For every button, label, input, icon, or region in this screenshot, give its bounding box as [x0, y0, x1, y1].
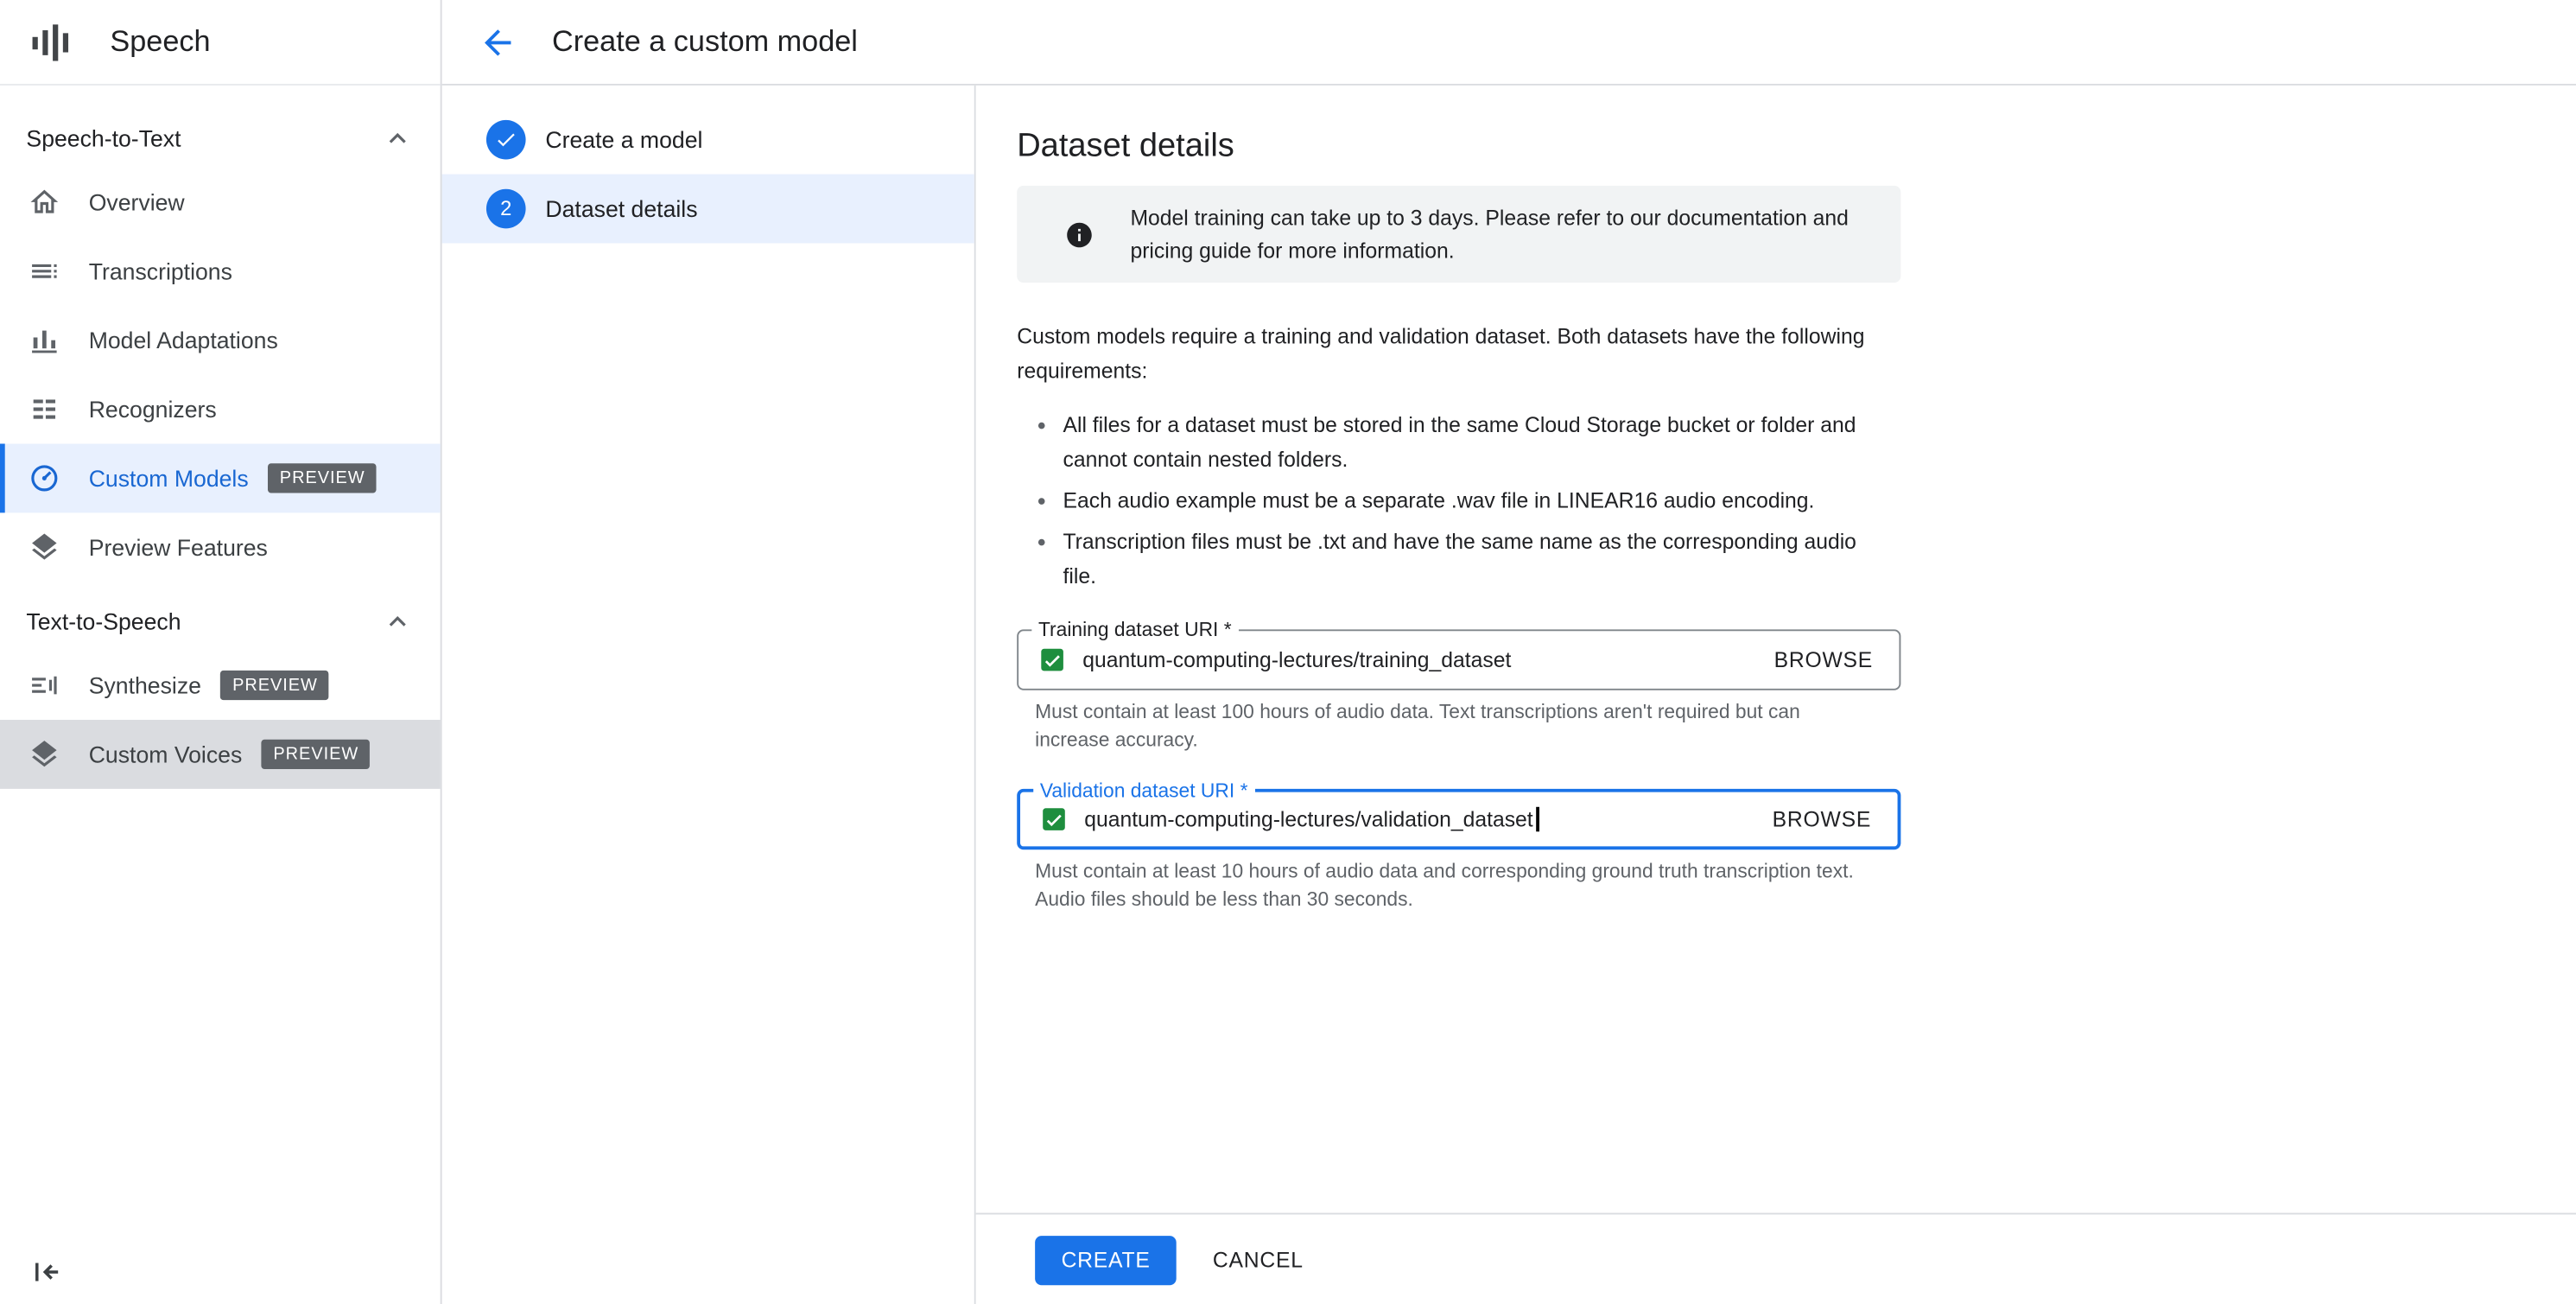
section-label: Speech-to-Text — [26, 124, 181, 151]
chevron-up-icon — [381, 122, 414, 155]
form-body: Dataset details Model training can take … — [976, 86, 2576, 1212]
requirement-text: Each audio example must be a separate .w… — [1063, 487, 1815, 513]
sidebar-item-label: Preview Features — [88, 534, 268, 561]
main-area: Create a custom model Create a model 2 D… — [441, 0, 2576, 1304]
sidebar-item-synthesize[interactable]: Synthesize PREVIEW — [0, 651, 441, 720]
transcriptions-icon — [28, 255, 60, 288]
nav-section-gap — [0, 582, 441, 591]
sidebar-item-label: Overview — [88, 188, 185, 216]
form-panel: Dataset details Model training can take … — [975, 85, 2576, 1304]
section-label: Text-to-Speech — [26, 607, 181, 635]
preview-badge: PREVIEW — [220, 670, 330, 701]
validation-uri-value[interactable]: quantum-computing-lectures/validation_da… — [1084, 807, 1533, 832]
cancel-button[interactable]: CANCEL — [1190, 1235, 1326, 1284]
sidebar-section-text-to-speech[interactable]: Text-to-Speech — [0, 592, 441, 651]
training-uri-value[interactable]: quantum-computing-lectures/training_data… — [1082, 647, 1511, 672]
collapse-nav-icon[interactable] — [28, 1253, 64, 1289]
sidebar-item-custom-voices[interactable]: Custom Voices PREVIEW — [0, 719, 441, 789]
home-icon — [28, 186, 60, 219]
intro-text: Custom models require a training and val… — [1017, 323, 1865, 384]
validation-dataset-uri-field[interactable]: Validation dataset URI * quantum-computi… — [1017, 779, 1901, 850]
sidebar-item-label: Transcriptions — [88, 258, 232, 285]
info-banner: Model training can take up to 3 days. Pl… — [1017, 185, 1901, 283]
info-icon — [1064, 219, 1094, 249]
storage-bucket-check-icon — [1038, 646, 1066, 673]
sidebar-section-speech-to-text[interactable]: Speech-to-Text — [0, 109, 441, 168]
sidebar-item-overview[interactable]: Overview — [0, 168, 441, 237]
browse-button-training[interactable]: BROWSE — [1754, 631, 1893, 689]
training-dataset-uri-label: Training dataset URI * — [1031, 618, 1239, 641]
sidebar-item-label: Custom Voices — [88, 741, 243, 768]
sidebar-nav: Speech-to-Text Overview Transcriptions M… — [0, 86, 441, 789]
sidebar-item-custom-models[interactable]: Custom Models PREVIEW — [0, 443, 441, 513]
section-title: Dataset details — [1017, 128, 1234, 165]
sidebar-item-label: Recognizers — [88, 396, 217, 423]
sidebar-item-model-adaptations[interactable]: Model Adaptations — [0, 306, 441, 375]
custom-models-icon — [28, 461, 60, 494]
model-adaptations-icon — [28, 324, 60, 357]
sidebar: Speech Speech-to-Text Overview Transcrip — [0, 0, 442, 1304]
product-name: Speech — [110, 24, 211, 58]
app-window: Speech Speech-to-Text Overview Transcrip — [0, 0, 2576, 1304]
info-banner-text: Model training can take up to 3 days. Pl… — [1130, 205, 1849, 263]
form-footer: CREATE CANCEL — [975, 1212, 2576, 1304]
create-button[interactable]: CREATE — [1035, 1235, 1177, 1285]
training-helper-text: Must contain at least 100 hours of audio… — [1035, 700, 1800, 751]
workarea: Create a model 2 Dataset details Dataset… — [441, 85, 2576, 1304]
sidebar-item-label: Custom Models — [88, 465, 249, 492]
layers-icon — [28, 738, 60, 771]
step-label: Create a model — [545, 126, 703, 153]
page-header: Create a custom model — [441, 0, 2576, 86]
sidebar-item-label: Synthesize — [88, 671, 201, 699]
browse-button-validation[interactable]: BROWSE — [1753, 792, 1891, 847]
layers-icon — [28, 531, 60, 563]
preview-badge: PREVIEW — [268, 463, 377, 493]
training-dataset-uri-field[interactable]: Training dataset URI * quantum-computing… — [1017, 618, 1901, 690]
step-label: Dataset details — [545, 195, 698, 222]
requirements-list: All files for a dataset must be stored i… — [1017, 408, 2536, 594]
step-number: 2 — [485, 188, 526, 229]
sidebar-item-transcriptions[interactable]: Transcriptions — [0, 237, 441, 306]
requirement-text: Transcription files must be .txt and hav… — [1063, 529, 1856, 588]
sidebar-item-preview-features[interactable]: Preview Features — [0, 512, 441, 582]
requirement-item: All files for a dataset must be stored i… — [1063, 408, 2536, 477]
recognizers-icon — [28, 393, 60, 426]
page-title: Create a custom model — [552, 24, 858, 58]
synthesize-icon — [28, 669, 60, 702]
stepper-step-dataset-details[interactable]: 2 Dataset details — [441, 174, 974, 244]
storage-bucket-check-icon — [1040, 805, 1068, 833]
sidebar-header: Speech — [0, 0, 441, 86]
requirement-text: All files for a dataset must be stored i… — [1063, 412, 1856, 472]
sidebar-item-label: Model Adaptations — [88, 327, 278, 353]
preview-badge: PREVIEW — [262, 739, 371, 770]
speech-logo-icon — [28, 17, 77, 67]
validation-helper-text: Must contain at least 10 hours of audio … — [1035, 859, 1854, 910]
sidebar-item-recognizers[interactable]: Recognizers — [0, 375, 441, 444]
chevron-up-icon — [381, 605, 414, 638]
step-complete-icon — [485, 119, 526, 160]
requirement-item: Each audio example must be a separate .w… — [1063, 483, 2536, 518]
text-cursor — [1536, 806, 1539, 832]
validation-dataset-uri-label: Validation dataset URI * — [1033, 779, 1255, 803]
stepper-step-create-a-model[interactable]: Create a model — [442, 105, 974, 175]
requirement-item: Transcription files must be .txt and hav… — [1063, 525, 2536, 594]
stepper: Create a model 2 Dataset details — [441, 85, 976, 1304]
back-arrow-icon[interactable] — [478, 22, 517, 62]
